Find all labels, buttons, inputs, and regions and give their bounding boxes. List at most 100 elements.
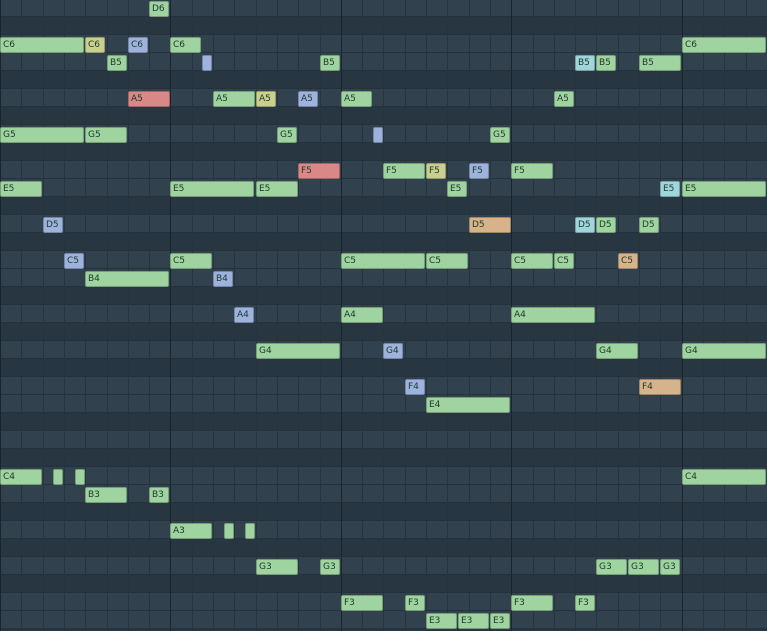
beat-line	[107, 0, 108, 631]
note-b4[interactable]: B4	[85, 271, 169, 287]
note-c5[interactable]: C5	[170, 253, 212, 269]
note-b5[interactable]: B5	[107, 55, 127, 71]
beat-line	[660, 0, 661, 631]
beat-line	[746, 0, 747, 631]
note-g5[interactable]: G5	[0, 127, 84, 143]
note-f5[interactable]: F5	[298, 163, 340, 179]
note-d6[interactable]: D6	[149, 1, 169, 17]
note-a5[interactable]: A5	[341, 91, 372, 107]
beat-line	[639, 0, 640, 631]
note-c5[interactable]: C5	[511, 253, 553, 269]
note-c4[interactable]: C4	[0, 469, 42, 485]
note-f4[interactable]: F4	[405, 379, 425, 395]
note-c5[interactable]: C5	[341, 253, 425, 269]
note-c4[interactable]: C4	[682, 469, 766, 485]
beat-line	[596, 0, 597, 631]
note-d5[interactable]: D5	[469, 217, 511, 233]
note-f5[interactable]: F5	[469, 163, 489, 179]
note-g3[interactable]: G3	[256, 559, 298, 575]
piano-roll-grid[interactable]: D6 C6 C6 C6 C6 C6 B5 B5 B5 B5 B5 A5 A5 A5 A5 A5 A5 G5 G5 G5…	[0, 0, 767, 631]
note-g5[interactable]: G5	[490, 127, 510, 143]
beat-line	[426, 0, 427, 631]
beat-line	[85, 0, 86, 631]
beat-line	[43, 0, 44, 631]
note-e3[interactable]: E3	[426, 613, 457, 629]
beat-line	[447, 0, 448, 631]
note-a5[interactable]: A5	[213, 91, 255, 107]
note-f3[interactable]: F3	[341, 595, 383, 611]
note-blank[interactable]	[224, 523, 234, 539]
beat-line	[320, 0, 321, 631]
note-g3[interactable]: G3	[320, 559, 340, 575]
note-g4[interactable]: G4	[682, 343, 766, 359]
note-b5[interactable]: B5	[320, 55, 340, 71]
note-c5[interactable]: C5	[618, 253, 638, 269]
note-blank[interactable]	[202, 55, 212, 71]
beat-line	[405, 0, 406, 631]
note-a3[interactable]: A3	[170, 523, 212, 539]
note-b5[interactable]: B5	[575, 55, 595, 71]
note-f5[interactable]: F5	[383, 163, 425, 179]
note-b4[interactable]: B4	[213, 271, 233, 287]
bar-line	[0, 0, 1, 631]
note-g4[interactable]: G4	[383, 343, 403, 359]
note-b3[interactable]: B3	[149, 487, 169, 503]
bar-line	[682, 0, 683, 631]
note-blank[interactable]	[53, 469, 63, 485]
beat-line	[21, 0, 22, 631]
note-blank[interactable]	[245, 523, 255, 539]
note-c6[interactable]: C6	[682, 37, 766, 53]
note-e3[interactable]: E3	[490, 613, 510, 629]
note-c6[interactable]: C6	[128, 37, 148, 53]
note-f3[interactable]: F3	[511, 595, 553, 611]
beat-line	[724, 0, 725, 631]
note-f3[interactable]: F3	[405, 595, 425, 611]
note-g4[interactable]: G4	[596, 343, 638, 359]
note-d5[interactable]: D5	[596, 217, 616, 233]
note-a5[interactable]: A5	[554, 91, 574, 107]
note-c6[interactable]: C6	[170, 37, 201, 53]
note-g4[interactable]: G4	[256, 343, 340, 359]
note-g5[interactable]: G5	[277, 127, 297, 143]
note-c5[interactable]: C5	[64, 253, 84, 269]
note-g5[interactable]: G5	[85, 127, 127, 143]
note-f4[interactable]: F4	[639, 379, 681, 395]
note-f5[interactable]: F5	[511, 163, 553, 179]
note-blank[interactable]	[373, 127, 383, 143]
note-e3[interactable]: E3	[458, 613, 489, 629]
beat-line	[383, 0, 384, 631]
note-d5[interactable]: D5	[639, 217, 659, 233]
note-c6[interactable]: C6	[0, 37, 84, 53]
note-e4[interactable]: E4	[426, 397, 510, 413]
note-f3[interactable]: F3	[575, 595, 595, 611]
note-a4[interactable]: A4	[511, 307, 595, 323]
note-b5[interactable]: B5	[596, 55, 616, 71]
note-e5[interactable]: E5	[256, 181, 298, 197]
note-g3[interactable]: G3	[596, 559, 627, 575]
note-d5[interactable]: D5	[575, 217, 595, 233]
note-blank[interactable]	[75, 469, 85, 485]
note-b5[interactable]: B5	[639, 55, 681, 71]
note-c6[interactable]: C6	[85, 37, 105, 53]
note-g3[interactable]: G3	[628, 559, 659, 575]
note-a5[interactable]: A5	[128, 91, 170, 107]
note-e5[interactable]: E5	[660, 181, 680, 197]
note-a5[interactable]: A5	[298, 91, 318, 107]
note-a5[interactable]: A5	[256, 91, 276, 107]
beat-line	[64, 0, 65, 631]
beat-line	[490, 0, 491, 631]
note-a4[interactable]: A4	[341, 307, 383, 323]
note-d5[interactable]: D5	[43, 217, 63, 233]
note-a4[interactable]: A4	[234, 307, 254, 323]
note-f5[interactable]: F5	[426, 163, 446, 179]
note-c5[interactable]: C5	[426, 253, 468, 269]
note-e5[interactable]: E5	[447, 181, 467, 197]
note-e5[interactable]: E5	[0, 181, 42, 197]
note-c5[interactable]: C5	[554, 253, 574, 269]
beat-line	[277, 0, 278, 631]
note-g3[interactable]: G3	[660, 559, 680, 575]
note-e5[interactable]: E5	[682, 181, 766, 197]
note-e5[interactable]: E5	[170, 181, 254, 197]
note-b3[interactable]: B3	[85, 487, 127, 503]
beat-line	[469, 0, 470, 631]
